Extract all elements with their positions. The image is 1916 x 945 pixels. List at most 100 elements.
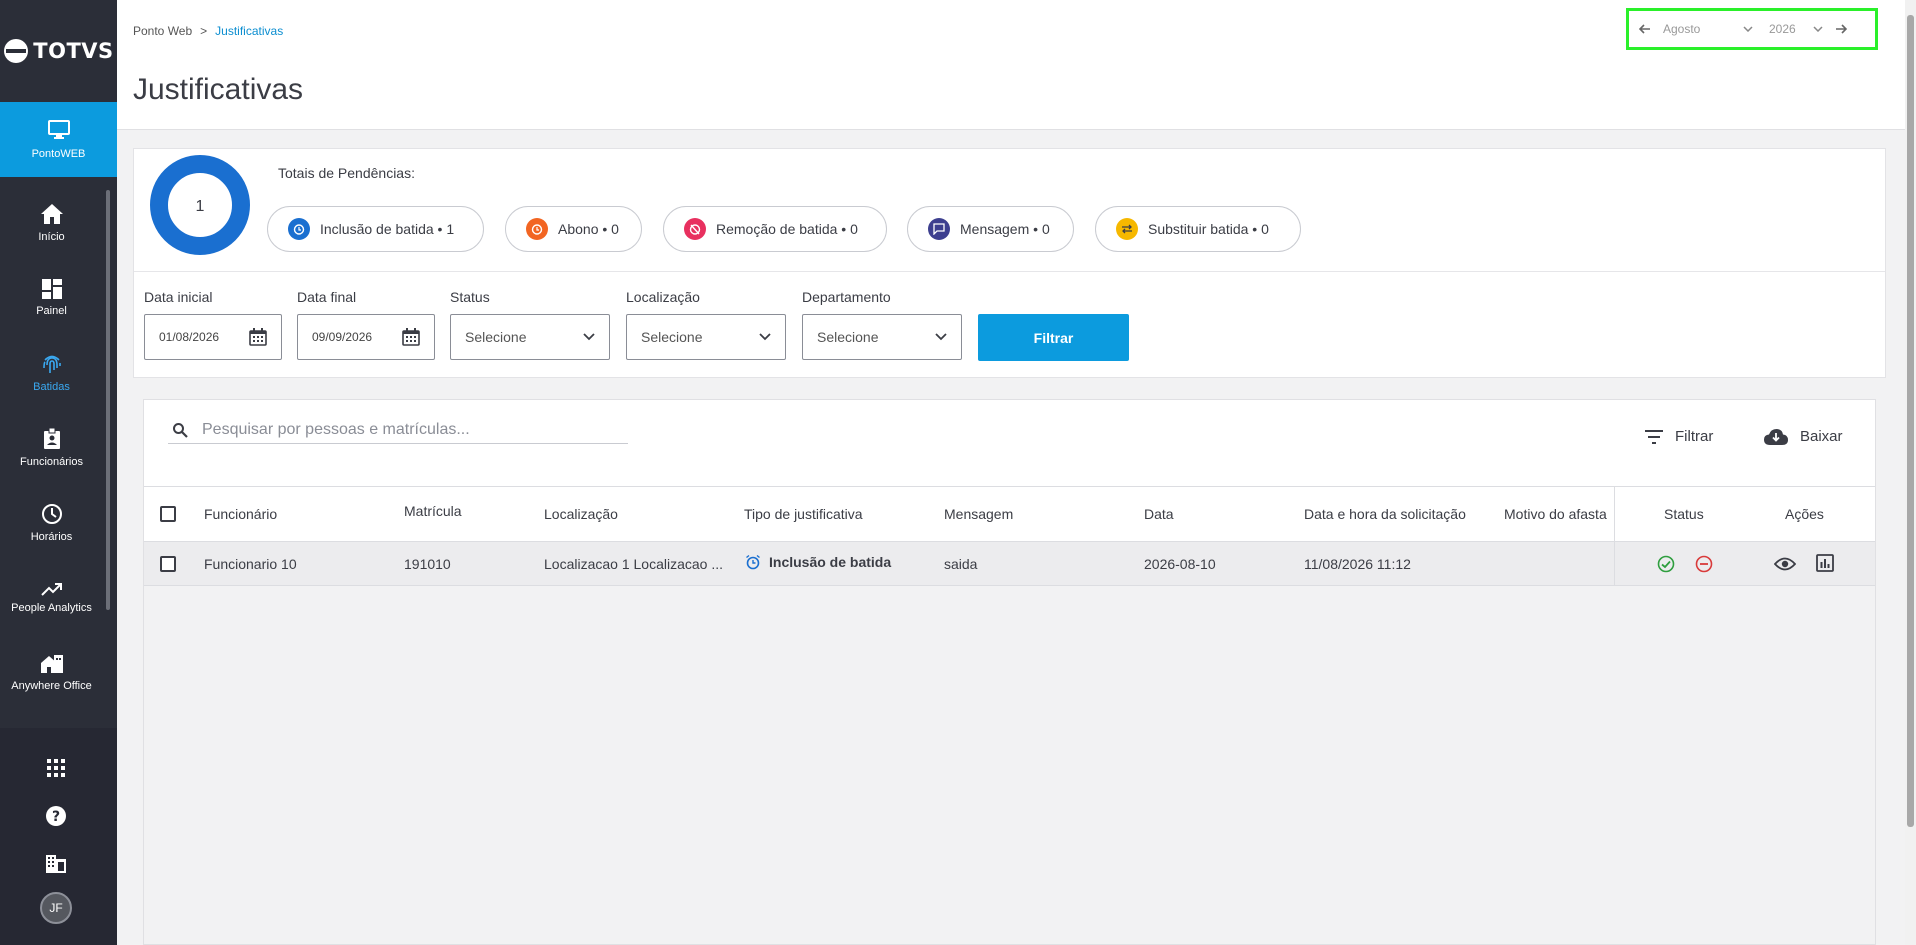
period-selector: Agosto 2026 [1626,8,1878,50]
sidebar-item-anywhere-office[interactable]: Anywhere Office [0,635,103,710]
breadcrumb-item-ponto-web[interactable]: Ponto Web [133,24,192,38]
status-filter-label: Status [450,289,490,305]
page-header: Ponto Web > Justificativas Justificativa… [117,0,1907,130]
column-header-matricula[interactable]: Matrícula [404,503,462,519]
user-avatar[interactable]: JF [40,892,72,924]
column-header-data[interactable]: Data [1144,506,1174,522]
end-date-field[interactable]: 09/09/2026 [297,314,435,360]
page-title: Justificativas [133,73,304,106]
cell-type-label: Inclusão de batida [769,554,892,570]
sidebar-item-label: Batidas [33,380,70,393]
chip-mensagem[interactable]: Mensagem • 0 [907,206,1074,252]
month-value: Agosto [1663,22,1701,36]
calendar-icon[interactable] [249,328,267,346]
column-header-localizacao[interactable]: Localização [544,506,618,522]
page-scrollbar[interactable] [1905,0,1916,945]
chip-count: 0 [850,221,858,237]
location-select-value: Selecione [641,329,703,345]
totvs-logo-icon [4,39,29,63]
chip-label: Mensagem [960,221,1030,237]
start-date-label: Data inicial [144,289,213,305]
breadcrumb-separator: > [200,24,208,38]
sidebar-item-label: Anywhere Office [11,679,92,692]
sidebar-scrollbar[interactable] [106,190,110,610]
clock-icon [41,503,62,524]
department-select-value: Selecione [817,329,879,345]
chip-label: Inclusão de batida [320,221,434,237]
column-header-funcionario[interactable]: Funcionário [204,506,277,522]
home-work-icon [40,654,63,673]
trending-up-icon [40,582,62,596]
chip-label: Abono [558,221,599,237]
sidebar-item-funcionarios[interactable]: Funcionários [0,410,103,485]
monitor-icon [47,119,70,139]
status-select[interactable]: Selecione [450,314,610,360]
dashboard-icon [41,278,62,299]
home-icon [40,203,63,224]
chip-count: 0 [1261,221,1269,237]
brand-name: TOTVS [33,39,114,63]
sidebar-item-label: Início [38,230,65,243]
sidebar-item-inicio[interactable]: Início [0,185,103,260]
apply-filter-button[interactable]: Filtrar [978,314,1129,361]
location-select[interactable]: Selecione [626,314,786,360]
sidebar-item-pontoweb[interactable]: PontoWEB [0,102,117,177]
download-button[interactable]: Baixar [1764,428,1843,445]
sidebar-item-label: People Analytics [11,601,92,614]
table-filter-button[interactable]: Filtrar [1645,428,1713,445]
search-input[interactable]: Pesquisar por pessoas e matrículas... [168,416,628,444]
next-period-button[interactable] [1831,21,1851,37]
pending-total: 1 [196,198,205,215]
alarm-icon [746,554,760,570]
alarm-add-icon [288,218,310,240]
search-icon [173,422,188,438]
sidebar-item-people-analytics[interactable]: People Analytics [0,560,103,635]
chevron-down-icon [1813,26,1823,32]
chip-substituir-batida[interactable]: Substituir batida • 0 [1095,206,1301,252]
user-initials: JF [49,901,63,915]
sidebar-item-horarios[interactable]: Horários [0,485,103,560]
start-date-field[interactable]: 01/08/2026 [144,314,282,360]
cell-employee: Funcionario 10 [204,556,297,572]
sidebar-item-label: Funcionários [20,455,83,468]
apps-icon[interactable] [44,756,68,780]
alarm-icon [526,218,548,240]
chip-inclusao-de-batida[interactable]: Inclusão de batida • 1 [267,206,484,252]
row-checkbox[interactable] [160,556,176,572]
sidebar: TOTVS PontoWEB Início Painel Batidas Fun… [0,0,117,945]
page-scrollbar-thumb[interactable] [1907,15,1914,827]
sidebar-item-batidas[interactable]: Batidas [0,335,103,410]
help-icon[interactable]: ? [44,804,68,828]
filter-list-icon [1645,429,1663,444]
cell-location: Localizacao 1 Localizacao ... [544,556,723,572]
badge-icon [43,427,60,449]
column-header-mensagem[interactable]: Mensagem [944,506,1013,522]
pending-summary-card: 1 Totais de Pendências: Inclusão de bati… [133,148,1886,378]
table-toolbar: Pesquisar por pessoas e matrículas... Fi… [144,400,1875,486]
calendar-icon[interactable] [402,328,420,346]
chip-remocao-de-batida[interactable]: Remoção de batida • 0 [663,206,887,252]
totvs-logo[interactable]: TOTVS [0,0,117,102]
arrow-right-icon [1836,24,1848,34]
fixed-columns-divider [1614,486,1877,586]
pending-donut-chart: 1 [150,155,250,255]
column-header-data-hora-solicitacao[interactable]: Data e hora da solicitação [1304,506,1466,522]
search-placeholder: Pesquisar por pessoas e matrículas... [202,420,470,438]
chip-abono[interactable]: Abono • 0 [505,206,642,252]
prev-period-button[interactable] [1635,21,1655,37]
month-select[interactable]: Agosto [1655,22,1761,36]
alarm-off-icon [684,218,706,240]
year-select[interactable]: 2026 [1761,22,1831,36]
chevron-down-icon [583,333,595,341]
department-select[interactable]: Selecione [802,314,962,360]
sidebar-item-label: Horários [30,530,73,543]
column-header-motivo[interactable]: Motivo do afasta [1504,506,1612,522]
sidebar-item-painel[interactable]: Painel [0,260,103,335]
download-label: Baixar [1800,428,1843,445]
svg-text:?: ? [52,809,60,825]
company-icon[interactable] [44,852,68,876]
chevron-down-icon [935,333,947,341]
column-header-tipo[interactable]: Tipo de justificativa [744,506,863,522]
select-all-checkbox[interactable] [160,506,176,522]
pending-totals-title: Totais de Pendências: [278,165,415,181]
